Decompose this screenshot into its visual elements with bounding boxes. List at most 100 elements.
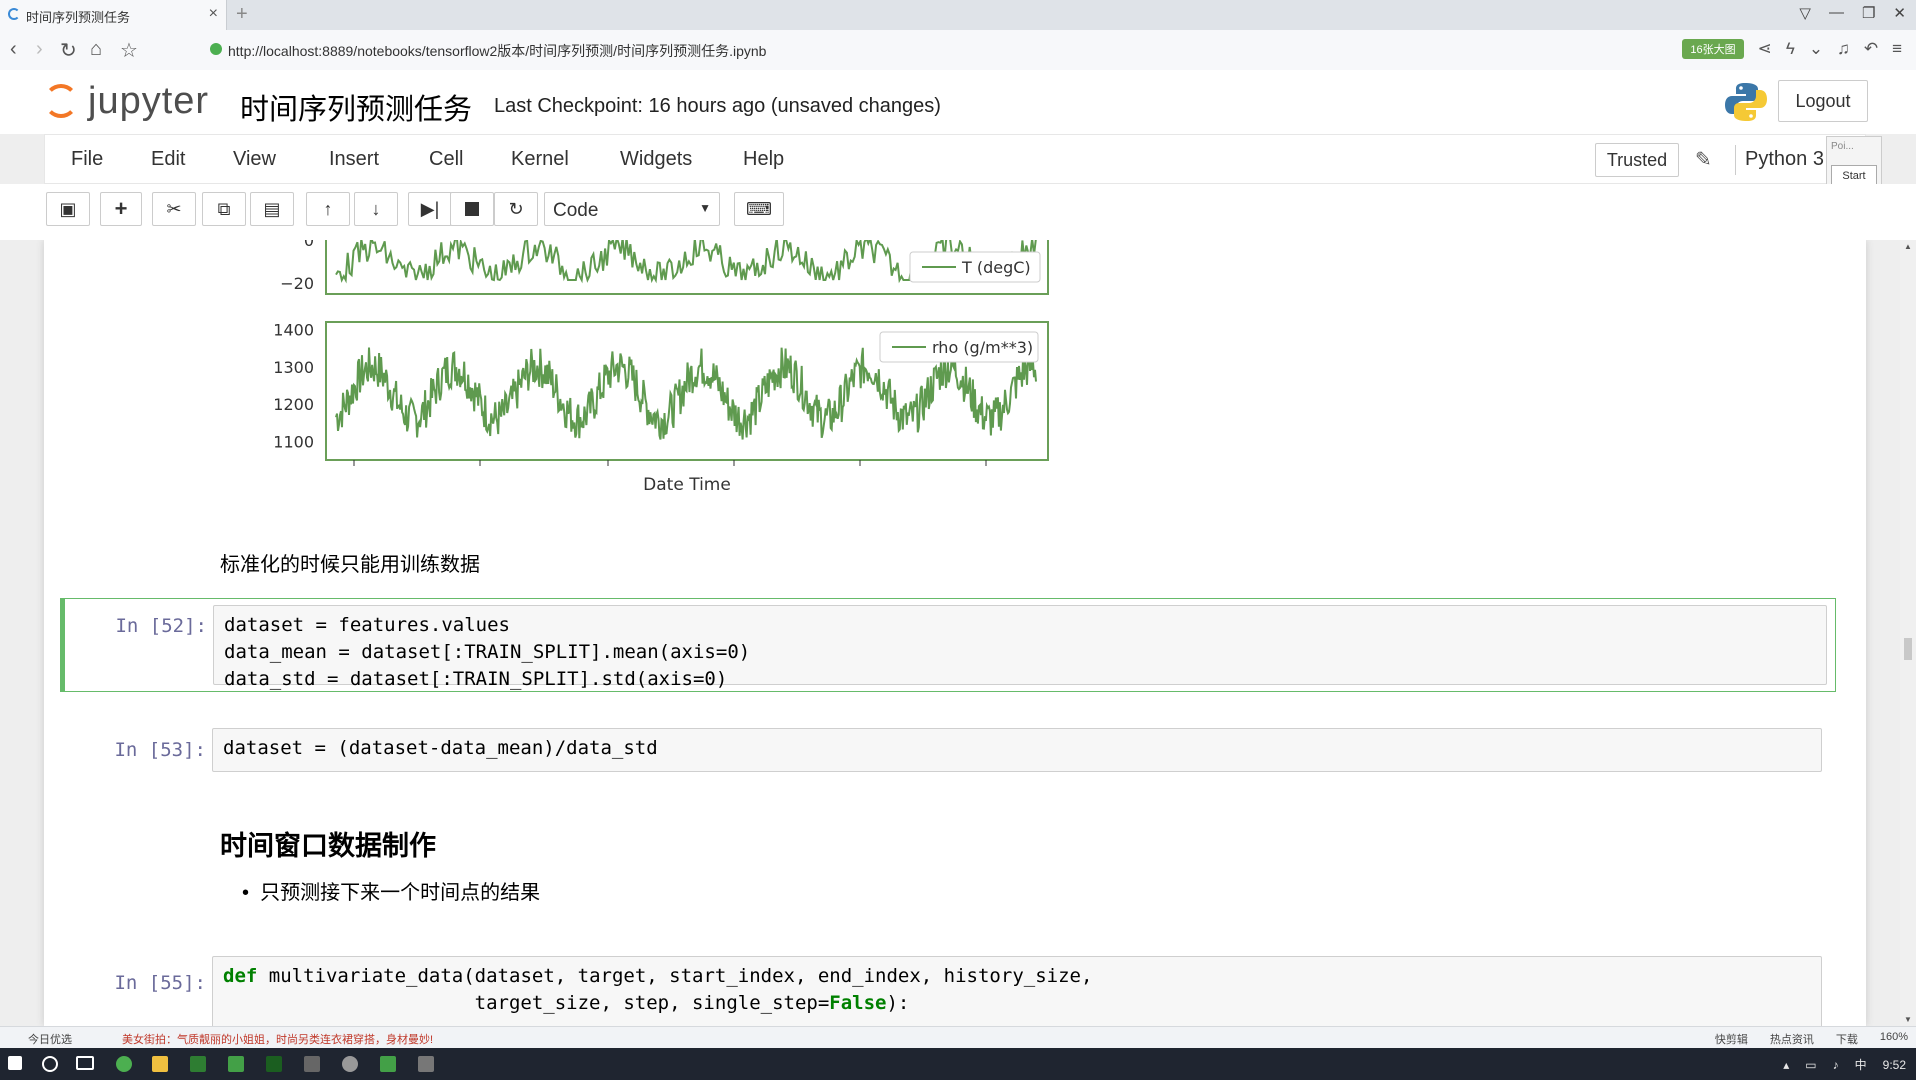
forward-icon[interactable]: › [36,38,43,61]
app-icon[interactable] [190,1056,206,1072]
save-button[interactable]: ▣ [46,192,90,226]
code-cell-52[interactable]: In [52]: dataset = features.values data_… [60,598,1836,692]
menu-help[interactable]: Help [743,148,784,171]
code-text[interactable]: def multivariate_data(dataset, target, s… [223,963,1092,1017]
popup-label: Poi... [1831,141,1854,152]
logout-button[interactable]: Logout [1778,80,1868,122]
speed-badge[interactable]: 16张大图 [1682,39,1744,59]
back-icon[interactable]: ‹ [10,38,17,61]
minimize-icon[interactable]: — [1829,4,1844,22]
window-menu-icon[interactable]: ▽ [1799,4,1811,22]
caret-down-icon: ▼ [699,201,711,215]
address-bar: ‹ › ↻ ⌂ ☆ http://localhost:8889/notebook… [0,30,1916,71]
task-view-icon[interactable] [76,1056,94,1070]
menu-edit[interactable]: Edit [151,148,185,171]
search-icon[interactable] [42,1056,58,1072]
menu-widgets[interactable]: Widgets [620,148,692,171]
section-heading[interactable]: 时间窗口数据制作 [220,824,436,863]
code-editor[interactable]: dataset = (dataset-data_mean)/data_std [212,728,1822,772]
code-cell-53[interactable]: In [53]: dataset = (dataset-data_mean)/d… [60,728,1836,778]
close-icon[interactable]: × [209,5,218,23]
copy-button[interactable]: ⧉ [202,192,246,226]
scroll-up-icon[interactable]: ▲ [1904,242,1912,251]
status-right: 快剪辑 热点资讯 下载 160% [1715,1031,1908,1047]
url-field[interactable]: http://localhost:8889/notebooks/tensorfl… [228,41,766,61]
code-line: target_size, step, single_step= [223,992,830,1014]
code-text[interactable]: dataset = features.values data_mean = da… [224,612,750,693]
window-close-icon[interactable]: ✕ [1893,4,1906,22]
clock[interactable]: 9:52 [1883,1058,1906,1072]
lightning-icon[interactable]: ϟ [1786,39,1795,59]
app-icon[interactable] [228,1056,244,1072]
page-scrollbar[interactable]: ▲ ▼ [1900,240,1916,1026]
code-editor[interactable]: dataset = features.values data_mean = da… [213,605,1827,690]
browser-app-icon[interactable] [116,1056,132,1072]
share-icon[interactable]: ⋖ [1758,39,1772,59]
code-text[interactable]: dataset = (dataset-data_mean)/data_std [223,735,658,762]
reload-icon[interactable]: ↻ [60,38,77,63]
os-taskbar: ▴ ▭ ♪ 中 9:52 [0,1048,1916,1080]
headphones-icon[interactable]: ♫ [1837,39,1850,59]
jupyter-logo[interactable]: jupyter [88,80,209,123]
app-icon[interactable] [304,1056,320,1072]
restart-button[interactable]: ↻ [494,192,538,226]
markdown-cell-text[interactable]: 标准化的时候只能用训练数据 [220,548,480,577]
notebook-area: 0 −20 T (degC) 1400 1300 1200 1100 rho (… [0,240,1900,1026]
menu-cell[interactable]: Cell [429,148,463,171]
bullet-list-item[interactable]: • 只预测接下来一个时间点的结果 [242,876,540,905]
tray-icon[interactable]: ▴ [1783,1058,1789,1072]
cell-type-select[interactable]: Code ▼ [544,192,720,226]
folder-app-icon[interactable] [152,1056,168,1072]
menu-view[interactable]: View [233,148,276,171]
command-palette-button[interactable]: ⌨ [734,192,784,226]
undo-icon[interactable]: ↶ [1864,39,1878,59]
cut-button[interactable]: ✂ [152,192,196,226]
restore-icon[interactable]: ❐ [1862,4,1875,22]
scroll-down-icon[interactable]: ▼ [1904,1015,1912,1024]
app-icon[interactable] [342,1056,358,1072]
ytick-label: −20 [280,274,314,293]
network-icon[interactable]: ▭ [1805,1058,1816,1072]
app-icon[interactable] [380,1056,396,1072]
cell-prompt: In [55]: [114,972,206,994]
home-icon[interactable]: ⌂ [90,38,102,61]
status-item[interactable]: 快剪辑 [1715,1031,1748,1047]
legend-label: T (degC) [961,258,1031,277]
status-left-text[interactable]: 今日优选 [28,1031,72,1047]
move-up-button[interactable]: ↑ [306,192,350,226]
dropdown-icon[interactable]: ⌄ [1809,39,1823,59]
menu-file[interactable]: File [71,148,103,171]
interrupt-button[interactable] [450,192,494,226]
browser-tab[interactable]: 时间序列预测任务 × [0,0,227,30]
favorite-star-icon[interactable]: ☆ [120,38,138,63]
app-icon[interactable] [418,1056,434,1072]
scroll-thumb[interactable] [1904,638,1912,660]
pencil-icon[interactable]: ✎ [1695,147,1712,172]
menu-kernel[interactable]: Kernel [511,148,569,171]
paste-button[interactable]: ▤ [250,192,294,226]
app-icon[interactable] [266,1056,282,1072]
menu-icon[interactable]: ≡ [1892,39,1902,59]
notebook-title[interactable]: 时间序列预测任务 [240,86,472,128]
volume-icon[interactable]: ♪ [1833,1058,1839,1072]
legend-rho: rho (g/m**3) [879,331,1039,363]
status-item[interactable]: 热点资讯 [1770,1031,1814,1047]
move-down-button[interactable]: ↓ [354,192,398,226]
arrow-down-icon: ↓ [371,198,381,219]
zoom-level[interactable]: 160% [1880,1031,1908,1047]
menu-insert[interactable]: Insert [329,148,379,171]
run-button[interactable]: ▶| [408,192,452,226]
ytick-label: 1200 [273,395,314,414]
browser-statusbar: 今日优选 美女街拍：气质靓丽的小姐姐，时尚另类连衣裙穿搭，身材曼妙! 快剪辑 热… [0,1026,1916,1049]
insert-cell-button[interactable]: + [100,192,142,226]
jupyter-header: jupyter 时间序列预测任务 Last Checkpoint: 16 hou… [0,70,1916,134]
code-editor[interactable]: def multivariate_data(dataset, target, s… [212,956,1822,1026]
status-item[interactable]: 下载 [1836,1031,1858,1047]
new-tab-button[interactable]: + [236,3,248,26]
loading-icon [8,8,20,20]
code-cell-55[interactable]: In [55]: def multivariate_data(dataset, … [60,956,1836,1026]
trusted-badge[interactable]: Trusted [1595,143,1679,177]
status-news-link[interactable]: 美女街拍：气质靓丽的小姐姐，时尚另类连衣裙穿搭，身材曼妙! [122,1031,433,1047]
ime-indicator[interactable]: 中 [1855,1056,1867,1073]
windows-start-icon[interactable] [8,1056,22,1070]
